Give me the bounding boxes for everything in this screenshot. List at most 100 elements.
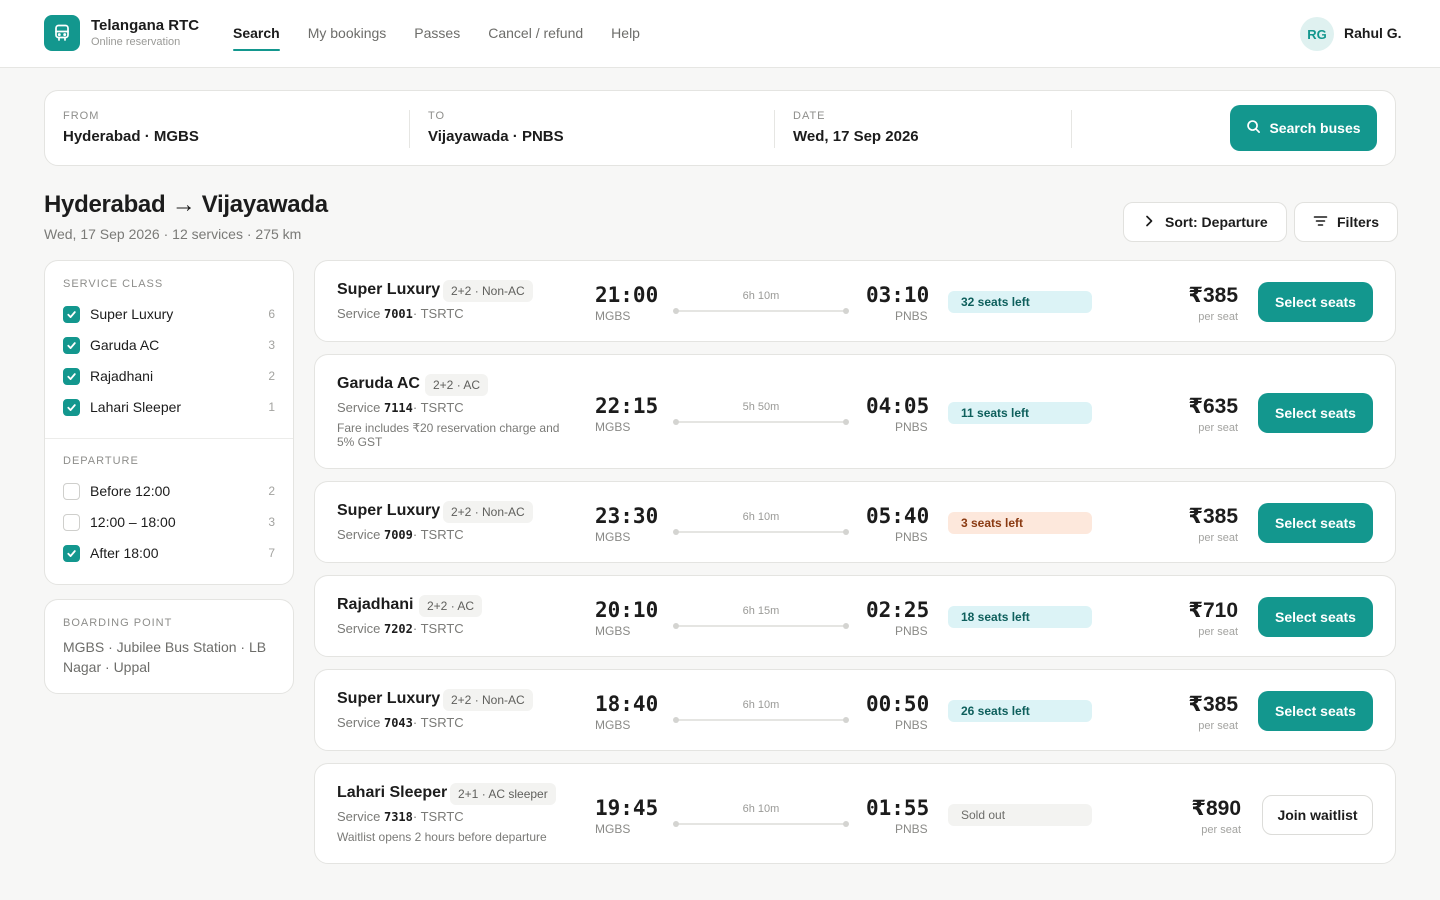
search-panel: FROM Hyderabad · MGBS TO Vijayawada · PN… [44,90,1396,166]
bus-class-name: Garuda AC [337,375,420,392]
route-track [673,717,849,723]
checkbox-checked[interactable] [63,544,80,562]
bus-class-name: Super Luxury [337,690,441,707]
route-end-dot [843,717,849,723]
per-seat-label: per seat [1198,421,1238,434]
route-line [676,310,846,312]
bus-logo-icon[interactable] [44,15,80,51]
destination-stop: PNBS [895,718,928,732]
service-prefix: Service [337,715,381,730]
bus-seat-layout-tag: 2+2 · Non-AC [443,280,533,302]
filter-option-rajadhani[interactable]: Rajadhani 2 [63,366,275,386]
nav-item-passes[interactable]: Passes [414,0,460,68]
seat-availability-badge: 3 seats left [948,512,1092,534]
checkbox-checked[interactable] [63,305,80,323]
filter-label: 12:00 – 18:00 [90,514,176,530]
to-label: TO [428,110,446,122]
filters-button[interactable]: Filters [1294,202,1399,242]
from-field[interactable]: FROM Hyderabad · MGBS [63,91,403,165]
filter-option-super-luxury[interactable]: Super Luxury 6 [63,304,275,324]
trip-duration: 6h 10m [742,802,780,815]
bus-card: Super Luxury 2+2 · Non-AC Service 7001· TS… [314,260,1396,342]
user-name[interactable]: Rahul G. [1344,25,1402,41]
operator-name: · TSRTC [412,715,464,730]
departure-time: 20:10 [595,598,659,622]
nav-item-help[interactable]: Help [611,0,640,68]
route-line [676,420,846,423]
fare-note: Fare includes ₹20 reservation charge and… [337,421,560,449]
per-seat-label: per seat [1198,626,1238,638]
filter-option-before-12-00[interactable]: Before 12:00 2 [63,481,275,501]
seat-availability-badge: 18 seats left [948,606,1092,628]
service-number: Service 7009· TSRTC [337,527,464,542]
per-seat-label: per seat [1201,823,1241,836]
date-value[interactable]: Wed, 17 Sep 2026 [793,128,1063,145]
trip-duration: 6h 10m [742,699,780,711]
to-field[interactable]: TO Vijayawada · PNBS [428,91,768,165]
search-icon [1246,119,1261,137]
operator-name: · TSRTC [412,621,464,636]
service-code: 7202 [383,622,413,636]
destination-stop: PNBS [895,821,928,836]
select-seats-button[interactable]: Select seats [1258,691,1373,731]
route-track [673,529,849,535]
nav-item-search[interactable]: Search [233,0,280,68]
filter-option-lahari-sleeper[interactable]: Lahari Sleeper 1 [63,397,275,417]
service-code: 7318 [383,810,413,824]
origin-stop: MGBS [595,718,631,732]
bus-class-name: Lahari Sleeper [337,784,448,801]
trip-duration: 6h 10m [742,511,780,523]
service-prefix: Service [337,400,381,415]
select-seats-button[interactable]: Select seats [1258,282,1373,322]
select-seats-button[interactable]: Select seats [1258,597,1373,637]
bus-seat-layout-tag: 2+1 · AC sleeper [450,783,556,805]
checkbox-unchecked[interactable] [63,482,80,500]
filter-count: 7 [268,546,275,560]
field-divider [409,110,410,148]
route-start-dot [673,623,679,629]
departure-time: 23:30 [595,504,659,528]
route-track [673,820,849,827]
fare-price: ₹385 [1188,505,1238,528]
avatar[interactable]: RG [1300,17,1334,51]
service-prefix: Service [337,527,381,542]
per-seat-label: per seat [1198,311,1238,323]
join-waitlist-button[interactable]: Join waitlist [1262,794,1373,835]
filter-count: 3 [268,338,275,352]
origin-stop: MGBS [595,821,631,836]
operator-name: · TSRTC [412,400,464,415]
arrival-time: 01:55 [866,795,930,820]
nav-item-my-bookings[interactable]: My bookings [308,0,387,68]
date-field[interactable]: DATE Wed, 17 Sep 2026 [793,91,1063,165]
filter-option-after-18-00[interactable]: After 18:00 7 [63,543,275,563]
route-start-dot [673,418,679,425]
service-code: 7009 [383,528,413,542]
service-prefix: Service [337,621,381,636]
checkbox-checked[interactable] [63,336,80,354]
filter-option-12-00-18-00[interactable]: 12:00 – 18:00 3 [63,512,275,532]
from-value[interactable]: Hyderabad · MGBS [63,128,403,145]
route-start-dot [673,308,679,314]
boarding-point-label: BOARDING POINT [63,617,173,629]
service-number: Service 7114· TSRTC [337,400,464,415]
filter-option-garuda-ac[interactable]: Garuda AC 3 [63,335,275,355]
checkbox-checked[interactable] [63,367,80,385]
top-bar: Telangana RTC Online reservation Search … [0,0,1440,68]
brand-name: Telangana RTC [91,17,200,34]
bus-card: Rajadhani 2+2 · AC Service 7202· TSRTC 20:1… [314,575,1396,657]
operator-name: · TSRTC [412,527,464,542]
per-seat-label: per seat [1198,720,1238,732]
route-line [676,719,846,721]
checkbox-checked[interactable] [63,398,80,416]
select-seats-button[interactable]: Select seats [1258,392,1373,433]
sort-button[interactable]: Sort: Departure [1123,202,1287,242]
field-divider [1071,110,1072,148]
destination-stop: PNBS [895,309,928,323]
service-prefix: Service [337,809,381,824]
checkbox-unchecked[interactable] [63,513,80,531]
search-buses-button[interactable]: Search buses [1230,105,1377,151]
select-seats-button[interactable]: Select seats [1258,503,1373,543]
check-icon [67,341,76,349]
nav-item-cancel-refund[interactable]: Cancel / refund [488,0,583,68]
to-value[interactable]: Vijayawada · PNBS [428,128,768,145]
